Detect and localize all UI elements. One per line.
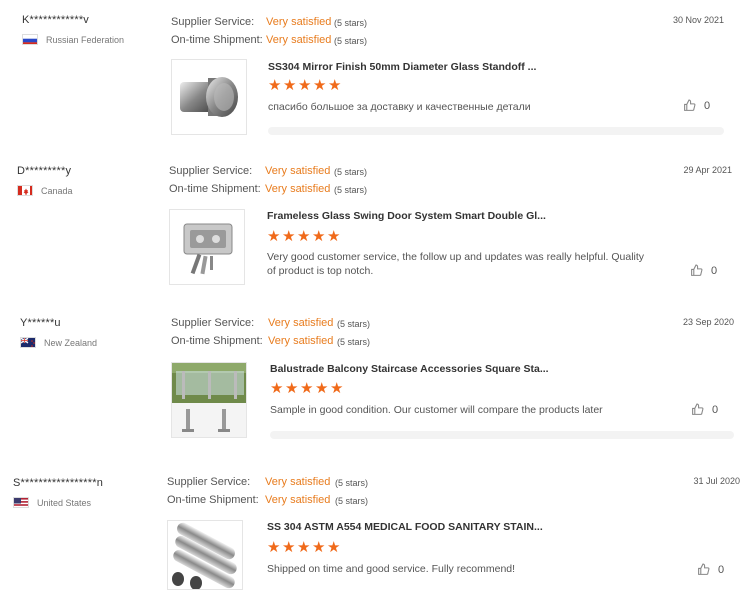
supplier-service-stars: (5 stars) xyxy=(334,167,368,177)
star-icon: ★ xyxy=(270,380,284,397)
review-comment: Shipped on time and good service. Fully … xyxy=(267,563,516,575)
like-count: 0 xyxy=(711,264,718,277)
supplier-service-value: Very satisfied xyxy=(265,476,331,488)
country-name: United States xyxy=(37,497,92,508)
supplier-service-label: Supplier Service: xyxy=(169,165,253,177)
review-item: K************v Russian Federation Suppli… xyxy=(0,0,750,150)
product-rating: ★ ★ ★ ★ ★ xyxy=(268,77,342,94)
review-comment: Very good customer service, the follow u… xyxy=(267,251,645,277)
supplier-service-value: Very satisfied xyxy=(268,317,334,329)
star-icon: ★ xyxy=(285,380,299,397)
product-rating: ★ ★ ★ ★ ★ xyxy=(270,380,344,397)
star-icon: ★ xyxy=(298,77,312,94)
review-item: Y******u New Zealand Supplier Service: V… xyxy=(0,302,750,452)
shipment-label: On-time Shipment: xyxy=(171,335,263,347)
supplier-service-stars: (5 stars) xyxy=(335,478,369,488)
divider xyxy=(268,127,724,135)
review-comment: Sample in good condition. Our customer w… xyxy=(270,404,603,416)
product-thumbnail[interactable] xyxy=(167,520,243,590)
russia-flag-icon xyxy=(22,34,38,45)
supplier-service-stars: (5 stars) xyxy=(334,18,368,28)
product-rating: ★ ★ ★ ★ ★ xyxy=(267,228,341,245)
country-name: Canada xyxy=(41,185,73,196)
review-date: 23 Sep 2020 xyxy=(682,317,734,327)
like-count: 0 xyxy=(704,99,711,112)
shipment-stars: (5 stars) xyxy=(335,496,369,506)
supplier-service-label: Supplier Service: xyxy=(167,476,251,488)
review-date: 29 Apr 2021 xyxy=(683,165,732,175)
like-button[interactable]: 0 xyxy=(690,264,717,277)
country-name: Russian Federation xyxy=(46,34,125,45)
star-icon: ★ xyxy=(312,228,326,245)
product-thumbnail[interactable] xyxy=(169,209,245,285)
like-button[interactable]: 0 xyxy=(691,403,718,416)
supplier-service-value: Very satisfied xyxy=(266,16,332,28)
product-thumbnail[interactable] xyxy=(171,362,247,438)
shipment-value: Very satisfied xyxy=(265,183,331,195)
product-rating: ★ ★ ★ ★ ★ xyxy=(267,539,341,556)
new-zealand-flag-icon xyxy=(20,337,36,348)
product-thumbnail[interactable] xyxy=(171,59,247,135)
buyer-name: Y******u xyxy=(20,317,61,329)
shipment-value: Very satisfied xyxy=(266,34,332,46)
star-icon: ★ xyxy=(300,380,314,397)
buyer-name: S*****************n xyxy=(13,477,104,489)
supplier-service-label: Supplier Service: xyxy=(171,16,255,28)
star-icon: ★ xyxy=(282,228,296,245)
thumbs-up-icon xyxy=(698,563,710,575)
divider xyxy=(270,431,734,439)
shipment-label: On-time Shipment: xyxy=(169,183,261,195)
like-count: 0 xyxy=(718,563,725,576)
buyer-country: United States xyxy=(13,497,91,508)
product-title-link[interactable]: Balustrade Balcony Staircase Accessories… xyxy=(270,363,549,375)
buyer-name: D*********y xyxy=(17,165,72,177)
buyer-country: New Zealand xyxy=(20,337,97,348)
shipment-label: On-time Shipment: xyxy=(171,34,263,46)
like-button[interactable]: 0 xyxy=(683,99,710,112)
review-date: 30 Nov 2021 xyxy=(672,15,724,25)
star-icon: ★ xyxy=(328,77,342,94)
product-title-link[interactable]: SS 304 ASTM A554 MEDICAL FOOD SANITARY S… xyxy=(267,521,543,533)
product-title-link[interactable]: SS304 Mirror Finish 50mm Diameter Glass … xyxy=(268,61,536,73)
star-icon: ★ xyxy=(327,228,341,245)
thumbs-up-icon xyxy=(684,99,696,111)
like-button[interactable]: 0 xyxy=(697,563,724,576)
like-count: 0 xyxy=(712,403,719,416)
star-icon: ★ xyxy=(268,77,282,94)
country-name: New Zealand xyxy=(44,337,98,348)
shipment-label: On-time Shipment: xyxy=(167,494,259,506)
thumbs-up-icon xyxy=(692,403,704,415)
buyer-name: K************v xyxy=(22,14,90,26)
star-icon: ★ xyxy=(267,539,281,556)
shipment-stars: (5 stars) xyxy=(337,337,371,347)
star-icon: ★ xyxy=(297,228,311,245)
star-icon: ★ xyxy=(327,539,341,556)
star-icon: ★ xyxy=(315,380,329,397)
product-title-link[interactable]: Frameless Glass Swing Door System Smart … xyxy=(267,210,546,222)
buyer-country: Canada xyxy=(17,185,73,196)
review-item: S*****************n United States Suppli… xyxy=(0,462,750,600)
canada-flag-icon xyxy=(17,185,33,196)
buyer-country: Russian Federation xyxy=(22,34,124,45)
review-comment: спасибо большое за доставку и качественн… xyxy=(268,101,531,113)
star-icon: ★ xyxy=(313,77,327,94)
supplier-service-label: Supplier Service: xyxy=(171,317,255,329)
star-icon: ★ xyxy=(330,380,344,397)
supplier-service-stars: (5 stars) xyxy=(337,319,371,329)
supplier-service-value: Very satisfied xyxy=(265,165,331,177)
thumbs-up-icon xyxy=(691,264,703,276)
united-states-flag-icon xyxy=(13,497,29,508)
star-icon: ★ xyxy=(283,77,297,94)
star-icon: ★ xyxy=(312,539,326,556)
star-icon: ★ xyxy=(267,228,281,245)
shipment-value: Very satisfied xyxy=(265,494,331,506)
star-icon: ★ xyxy=(297,539,311,556)
review-date: 31 Jul 2020 xyxy=(693,476,740,486)
shipment-value: Very satisfied xyxy=(268,335,334,347)
shipment-stars: (5 stars) xyxy=(334,36,368,46)
shipment-stars: (5 stars) xyxy=(334,185,368,195)
review-item: D*********y Canada Supplier Service: Ver… xyxy=(0,150,750,300)
star-icon: ★ xyxy=(282,539,296,556)
